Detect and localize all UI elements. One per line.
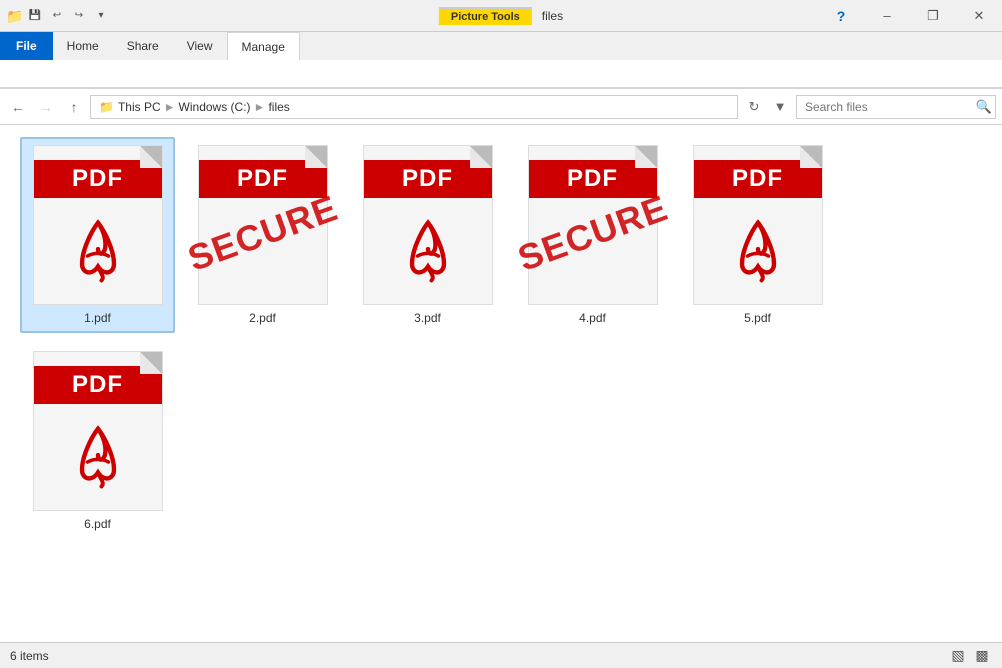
- search-wrapper: 🔍: [796, 95, 996, 119]
- tab-home[interactable]: Home: [53, 32, 113, 60]
- pdf-banner-1: PDF: [34, 160, 162, 198]
- ribbon: File Home Share View Manage: [0, 32, 1002, 89]
- file-item-4[interactable]: PDFSECURE 4.pdf: [515, 137, 670, 333]
- file-label-5: 5.pdf: [744, 311, 771, 325]
- pdf-icon-3: PDF: [363, 145, 493, 305]
- sep1: ►: [164, 100, 176, 114]
- minimize-button[interactable]: –: [864, 0, 910, 32]
- pdf-icon-4: PDFSECURE: [528, 145, 658, 305]
- title-bar: 📁 💾 ↩ ↪ ▾ Picture Tools files ? – ❐ ✕: [0, 0, 1002, 32]
- file-item-3[interactable]: PDF 3.pdf: [350, 137, 505, 333]
- pdf-banner-5: PDF: [694, 160, 822, 198]
- file-item-2[interactable]: PDFSECURE 2.pdf: [185, 137, 340, 333]
- acrobat-logo-5: [694, 214, 822, 284]
- file-item-6[interactable]: PDF 6.pdf: [20, 343, 175, 539]
- forward-button[interactable]: →: [34, 95, 58, 119]
- undo-quick-btn[interactable]: ↩: [48, 7, 66, 25]
- path-thispc-label[interactable]: This PC: [118, 100, 161, 114]
- pdf-icon-6: PDF: [33, 351, 163, 511]
- list-view-button[interactable]: ▩: [972, 646, 992, 666]
- secure-watermark-2: SECURE: [182, 187, 343, 280]
- sep2: ►: [254, 100, 266, 114]
- restore-button[interactable]: ❐: [910, 0, 956, 32]
- file-item-1[interactable]: PDF 1.pdf: [20, 137, 175, 333]
- address-actions: ↻ ▼: [742, 95, 792, 119]
- app-icon: 📁: [6, 8, 22, 24]
- pdf-icon-1: PDF: [33, 145, 163, 305]
- file-label-3: 3.pdf: [414, 311, 441, 325]
- path-folder[interactable]: files: [268, 100, 289, 114]
- close-button[interactable]: ✕: [956, 0, 1002, 32]
- pdf-banner-2: PDF: [199, 160, 327, 198]
- title-bar-right: ? – ❐ ✕: [818, 0, 1002, 32]
- grid-view-button[interactable]: ▧: [948, 646, 968, 666]
- search-icon-button[interactable]: 🔍: [976, 99, 992, 115]
- file-grid: PDF 1.pdfPDFSECURE2.pdfPDF: [20, 137, 982, 539]
- path-drive[interactable]: Windows (C:): [179, 100, 251, 114]
- pdf-banner-3: PDF: [364, 160, 492, 198]
- acrobat-logo-3: [364, 214, 492, 284]
- address-bar: ← → ↑ 📁 This PC ► Windows (C:) ► files ↻…: [0, 89, 1002, 125]
- ribbon-tabs: File Home Share View Manage: [0, 32, 1002, 60]
- dropdown-quick-btn[interactable]: ▾: [92, 7, 110, 25]
- refresh-button[interactable]: ↻: [742, 95, 766, 119]
- acrobat-logo-1: [34, 214, 162, 284]
- window-title: files: [542, 9, 563, 23]
- back-button[interactable]: ←: [6, 95, 30, 119]
- secure-watermark-4: SECURE: [512, 187, 673, 280]
- acrobat-logo-6: [34, 420, 162, 490]
- status-bar: 6 items ▧ ▩: [0, 642, 1002, 668]
- file-label-4: 4.pdf: [579, 311, 606, 325]
- file-label-1: 1.pdf: [84, 311, 111, 325]
- picture-tools-label: Picture Tools: [439, 7, 532, 25]
- file-item-5[interactable]: PDF 5.pdf: [680, 137, 835, 333]
- item-count: 6 items: [10, 649, 49, 663]
- address-dropdown-btn[interactable]: ▼: [768, 95, 792, 119]
- main-content: PDF 1.pdfPDFSECURE2.pdfPDF: [0, 125, 1002, 635]
- redo-quick-btn[interactable]: ↪: [70, 7, 88, 25]
- tab-share[interactable]: Share: [113, 32, 173, 60]
- search-input[interactable]: [796, 95, 996, 119]
- title-bar-left: 📁 💾 ↩ ↪ ▾: [0, 7, 110, 25]
- ribbon-content: [0, 60, 1002, 88]
- view-controls: ▧ ▩: [948, 646, 992, 666]
- pdf-banner-4: PDF: [529, 160, 657, 198]
- help-button[interactable]: ?: [818, 0, 864, 32]
- file-label-6: 6.pdf: [84, 517, 111, 531]
- pdf-icon-5: PDF: [693, 145, 823, 305]
- save-quick-btn[interactable]: 💾: [26, 7, 44, 25]
- up-button[interactable]: ↑: [62, 95, 86, 119]
- title-bar-center: Picture Tools files: [439, 7, 563, 25]
- path-thispc: 📁: [99, 100, 114, 114]
- tab-view[interactable]: View: [173, 32, 227, 60]
- file-label-2: 2.pdf: [249, 311, 276, 325]
- pdf-icon-2: PDFSECURE: [198, 145, 328, 305]
- tab-manage[interactable]: Manage: [227, 32, 300, 60]
- pdf-banner-6: PDF: [34, 366, 162, 404]
- tab-file[interactable]: File: [0, 32, 53, 60]
- address-path[interactable]: 📁 This PC ► Windows (C:) ► files: [90, 95, 738, 119]
